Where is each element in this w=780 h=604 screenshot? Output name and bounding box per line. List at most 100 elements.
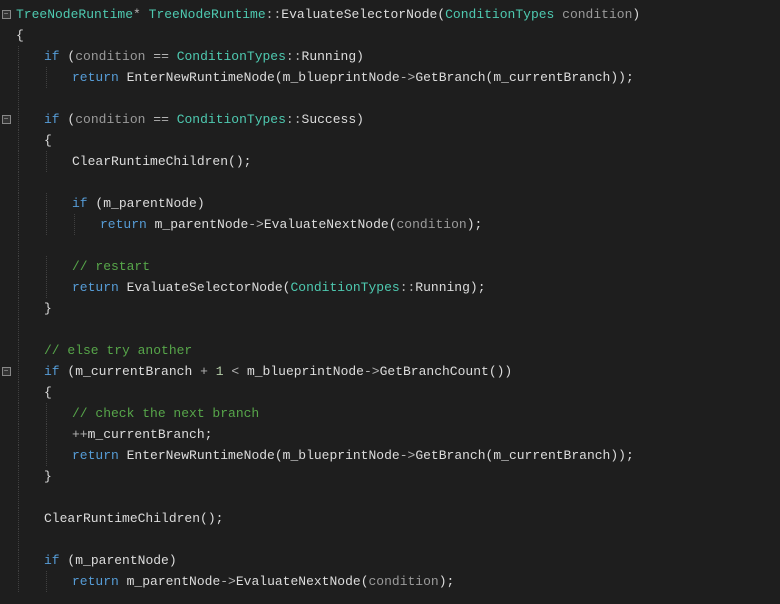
- code-line[interactable]: if (condition == ConditionTypes::Running…: [0, 46, 780, 67]
- token: [554, 7, 562, 22]
- fold-toggle-icon[interactable]: −: [2, 10, 11, 19]
- token: return: [72, 574, 119, 589]
- token: (: [361, 574, 369, 589]
- token: GetBranch: [415, 70, 485, 85]
- token: EvaluateNextNode: [236, 574, 361, 589]
- indent-guides: [12, 529, 40, 550]
- code-content[interactable]: TreeNodeRuntime* TreeNodeRuntime::Evalua…: [12, 4, 640, 25]
- indent-guides: [12, 277, 68, 298]
- code-line[interactable]: // else try another: [0, 340, 780, 361]
- code-line[interactable]: − if (condition == ConditionTypes::Succes…: [0, 109, 780, 130]
- fold-toggle-icon[interactable]: −: [2, 367, 11, 376]
- indent-guides: [12, 151, 68, 172]
- token: return: [72, 280, 119, 295]
- code-line[interactable]: {: [0, 382, 780, 403]
- code-content[interactable]: if (m_parentNode): [68, 193, 205, 214]
- fold-toggle-icon[interactable]: −: [2, 115, 11, 124]
- code-content[interactable]: ++m_currentBranch;: [68, 424, 212, 445]
- token: <: [231, 364, 239, 379]
- indent-guides: [12, 88, 40, 109]
- token: ConditionTypes: [177, 49, 286, 64]
- token: if: [44, 553, 60, 568]
- code-content[interactable]: return EnterNewRuntimeNode(m_blueprintNo…: [68, 67, 634, 88]
- code-content[interactable]: {: [12, 25, 24, 46]
- code-line[interactable]: [0, 88, 780, 109]
- token: m_blueprintNode: [247, 364, 364, 379]
- token: m_parentNode: [103, 196, 197, 211]
- code-content[interactable]: return m_parentNode->EvaluateNextNode(co…: [68, 571, 454, 592]
- code-line[interactable]: return EnterNewRuntimeNode(m_blueprintNo…: [0, 445, 780, 466]
- token: ->: [248, 217, 264, 232]
- code-content[interactable]: {: [40, 382, 52, 403]
- code-content[interactable]: if (m_parentNode): [40, 550, 177, 571]
- indent-guides: [12, 403, 68, 424]
- token: Success: [302, 112, 357, 127]
- token: EvaluateSelectorNode: [281, 7, 437, 22]
- code-line[interactable]: [0, 487, 780, 508]
- code-line[interactable]: {: [0, 25, 780, 46]
- code-content[interactable]: if (m_currentBranch + 1 < m_blueprintNod…: [40, 361, 512, 382]
- token: [192, 364, 200, 379]
- token: m_parentNode: [155, 217, 249, 232]
- code-editor[interactable]: −TreeNodeRuntime* TreeNodeRuntime::Evalu…: [0, 0, 780, 592]
- indent-guides: [12, 214, 96, 235]
- token: ();: [228, 154, 251, 169]
- code-line[interactable]: return EvaluateSelectorNode(ConditionTyp…: [0, 277, 780, 298]
- code-line[interactable]: // restart: [0, 256, 780, 277]
- code-line[interactable]: − if (m_currentBranch + 1 < m_blueprintNo…: [0, 361, 780, 382]
- token: [208, 364, 216, 379]
- code-line[interactable]: [0, 529, 780, 550]
- token: {: [44, 385, 52, 400]
- code-line[interactable]: }: [0, 298, 780, 319]
- indent-guides: [12, 319, 40, 340]
- code-line[interactable]: return EnterNewRuntimeNode(m_blueprintNo…: [0, 67, 780, 88]
- code-content[interactable]: {: [40, 130, 52, 151]
- code-line[interactable]: return m_parentNode->EvaluateNextNode(co…: [0, 214, 780, 235]
- indent-guides: [12, 571, 68, 592]
- token: {: [44, 133, 52, 148]
- code-line[interactable]: // check the next branch: [0, 403, 780, 424]
- code-line[interactable]: }: [0, 466, 780, 487]
- code-content[interactable]: }: [40, 298, 52, 319]
- token: ->: [400, 448, 416, 463]
- code-line[interactable]: ClearRuntimeChildren();: [0, 508, 780, 529]
- code-line[interactable]: −TreeNodeRuntime* TreeNodeRuntime::Evalu…: [0, 4, 780, 25]
- code-line[interactable]: return m_parentNode->EvaluateNextNode(co…: [0, 571, 780, 592]
- code-content[interactable]: return m_parentNode->EvaluateNextNode(co…: [96, 214, 482, 235]
- token: ==: [153, 112, 169, 127]
- indent-guides: [12, 550, 40, 571]
- code-content[interactable]: ClearRuntimeChildren();: [68, 151, 251, 172]
- token: m_blueprintNode: [283, 448, 400, 463]
- code-line[interactable]: [0, 319, 780, 340]
- token: if: [72, 196, 88, 211]
- token: m_currentBranch: [493, 448, 610, 463]
- code-line[interactable]: ++m_currentBranch;: [0, 424, 780, 445]
- token: // restart: [72, 259, 150, 274]
- code-content[interactable]: // restart: [68, 256, 150, 277]
- indent-guides: [12, 340, 40, 361]
- code-content[interactable]: return EvaluateSelectorNode(ConditionTyp…: [68, 277, 486, 298]
- token: +: [200, 364, 208, 379]
- code-line[interactable]: if (m_parentNode): [0, 193, 780, 214]
- code-content[interactable]: }: [40, 466, 52, 487]
- indent-guides: [12, 256, 68, 277]
- code-content[interactable]: // check the next branch: [68, 403, 259, 424]
- token: ->: [400, 70, 416, 85]
- token: ::: [400, 280, 416, 295]
- code-line[interactable]: [0, 172, 780, 193]
- code-content[interactable]: if (condition == ConditionTypes::Success…: [40, 109, 364, 130]
- code-content[interactable]: if (condition == ConditionTypes::Running…: [40, 46, 364, 67]
- code-content[interactable]: return EnterNewRuntimeNode(m_blueprintNo…: [68, 445, 634, 466]
- code-line[interactable]: {: [0, 130, 780, 151]
- token: GetBranch: [415, 448, 485, 463]
- token: ::: [266, 7, 282, 22]
- token: return: [72, 448, 119, 463]
- token: ): [169, 553, 177, 568]
- code-line[interactable]: if (m_parentNode): [0, 550, 780, 571]
- code-line[interactable]: [0, 235, 780, 256]
- code-content[interactable]: // else try another: [40, 340, 192, 361]
- code-content[interactable]: ClearRuntimeChildren();: [40, 508, 223, 529]
- token: EnterNewRuntimeNode: [127, 448, 275, 463]
- gutter: −: [0, 367, 12, 376]
- code-line[interactable]: ClearRuntimeChildren();: [0, 151, 780, 172]
